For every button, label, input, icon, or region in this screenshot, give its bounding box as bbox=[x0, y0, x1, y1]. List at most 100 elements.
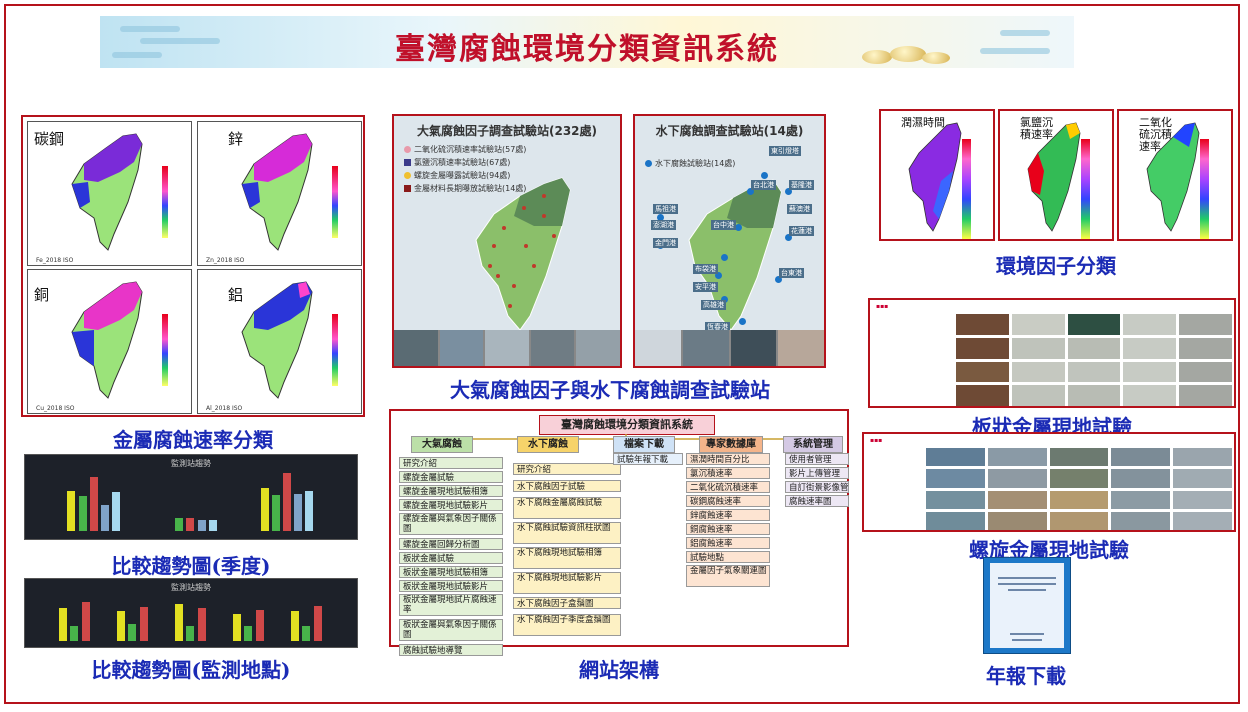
sitemap-col-admin[interactable]: 系統管理 bbox=[783, 436, 843, 453]
chart-bar bbox=[186, 517, 195, 531]
site-trend-chart[interactable]: 監測站趨勢 bbox=[24, 578, 358, 648]
metal-map-zn[interactable]: 鋅 Zn_2018 ISO bbox=[197, 121, 362, 266]
sitemap-item[interactable]: 二氧化硫沉積速率 bbox=[686, 481, 770, 493]
chart-bar bbox=[70, 626, 79, 641]
sitemap-item[interactable]: 鋁腐蝕速率 bbox=[686, 537, 770, 549]
port-label: 高雄港 bbox=[701, 300, 726, 310]
chart-bar bbox=[255, 609, 264, 641]
chart-bar bbox=[186, 626, 195, 641]
sitemap-item[interactable]: 水下腐蝕現地試驗相簿 bbox=[513, 547, 621, 569]
chart-bar bbox=[305, 490, 314, 531]
metal-maps-panel[interactable]: 碳鋼 Fe_2018 ISO 鋅 Zn_2018 ISO 銅 Cu_2018 I… bbox=[21, 115, 365, 417]
plate-test-panel[interactable]: ▪▪▪ bbox=[868, 298, 1236, 408]
sitemap-item[interactable]: 水下腐蝕因子季度盒鬚圖 bbox=[513, 614, 621, 636]
sitemap-item[interactable]: 板狀金屬與氣象因子關係圖 bbox=[399, 619, 503, 641]
chart-bar bbox=[100, 505, 109, 531]
metal-maps-caption: 金屬腐蝕速率分類 bbox=[113, 428, 273, 452]
map-footer: Cu_2018 ISO bbox=[36, 405, 75, 412]
sitemap-item[interactable]: 水下腐蝕現地試驗影片 bbox=[513, 572, 621, 594]
sitemap-item[interactable]: 螺旋金屬與氣象因子關係圖 bbox=[399, 513, 503, 535]
metal-label: 鋅 bbox=[228, 130, 244, 148]
env-map-chloride[interactable]: 氯鹽沉積速率 bbox=[998, 109, 1114, 241]
sitemap-item[interactable]: 腐蝕速率圖 bbox=[785, 495, 849, 507]
sitemap-item[interactable]: 板狀金屬現地試驗影片 bbox=[399, 580, 503, 592]
metal-label: 鋁 bbox=[228, 286, 244, 304]
port-label: 花蓮港 bbox=[789, 226, 814, 236]
taiwan-map bbox=[1027, 122, 1081, 232]
port-label: 台中港 bbox=[711, 220, 736, 230]
chart-bar bbox=[302, 626, 311, 641]
colorbar bbox=[1081, 139, 1090, 239]
chart-bar bbox=[260, 488, 269, 531]
sitemap-item[interactable]: 螺旋金屬現地試驗相簿 bbox=[399, 485, 503, 497]
sitemap-item[interactable]: 濕潤時間百分比 bbox=[686, 453, 770, 465]
port-label: 東引燈塔 bbox=[769, 146, 801, 156]
chart-bar bbox=[271, 494, 280, 531]
sitemap-col-expert[interactable]: 專家數據庫 bbox=[699, 436, 763, 453]
sitemap-panel[interactable]: 臺灣腐蝕環境分類資訊系統 大氣腐蝕 水下腐蝕 檔案下載 專家數據庫 系統管理 研… bbox=[389, 409, 849, 656]
sitemap-item[interactable]: 板狀金屬現地試片腐蝕速率 bbox=[399, 594, 503, 616]
sitemap-item[interactable]: 水下腐蝕因子試驗 bbox=[513, 480, 621, 492]
panel-tab: ▪▪▪ bbox=[870, 437, 883, 444]
env-map-tow[interactable]: 潤濕時間 bbox=[879, 109, 995, 241]
sitemap-item[interactable]: 水下腐蝕因子盒鬚圖 bbox=[513, 597, 621, 609]
sitemap-item[interactable]: 螺旋金屬試驗 bbox=[399, 471, 503, 483]
sitemap-item[interactable]: 使用者管理 bbox=[785, 453, 849, 465]
sitemap-item[interactable]: 氯沉積速率 bbox=[686, 467, 770, 479]
metal-map-fe[interactable]: 碳鋼 Fe_2018 ISO bbox=[27, 121, 192, 266]
season-trend-chart[interactable]: 監測站趨勢 bbox=[24, 454, 358, 540]
port-label: 金門港 bbox=[653, 238, 678, 248]
annual-report-cover[interactable] bbox=[983, 557, 1071, 654]
chart-bar bbox=[78, 496, 87, 531]
taiwan-map: Al_2018 ISO bbox=[206, 281, 338, 412]
title-banner: 臺灣腐蝕環境分類資訊系統 bbox=[100, 16, 1074, 68]
metal-map-al[interactable]: 鋁 Al_2018 ISO bbox=[197, 269, 362, 414]
season-trend-caption: 比較趨勢圖(季度) bbox=[111, 554, 271, 578]
map-footer: Fe_2018 ISO bbox=[36, 257, 74, 264]
chart-bar bbox=[81, 602, 90, 641]
taiwan-map: Cu_2018 ISO bbox=[36, 281, 168, 412]
sitemap-item[interactable]: 研究介紹 bbox=[513, 463, 621, 475]
sitemap-item[interactable]: 影片上傳管理 bbox=[785, 467, 849, 479]
metal-map-cu[interactable]: 銅 Cu_2018 ISO bbox=[27, 269, 192, 414]
taiwan-map bbox=[908, 122, 962, 232]
spiral-photo-grid bbox=[926, 448, 1232, 530]
sitemap-item[interactable]: 板狀金屬試驗 bbox=[399, 552, 503, 564]
sitemap-col-water[interactable]: 水下腐蝕 bbox=[517, 436, 579, 453]
atmo-station-panel[interactable]: 大氣腐蝕因子調查試驗站(232處) 二氧化硫沉積速率試驗站(57處) 氯鹽沉積速… bbox=[392, 114, 622, 368]
chart-bar bbox=[233, 614, 242, 641]
env-map-so2[interactable]: 二氧化硫沉積速率 bbox=[1117, 109, 1233, 241]
sitemap-item[interactable]: 試驗地點 bbox=[686, 551, 770, 563]
sitemap-item[interactable]: 水下腐蝕金屬腐蝕試驗 bbox=[513, 497, 621, 519]
sitemap-col-download[interactable]: 檔案下載 bbox=[613, 436, 675, 453]
env-factors-caption: 環境因子分類 bbox=[996, 254, 1116, 278]
map-footer: Zn_2018 ISO bbox=[206, 257, 245, 264]
sitemap-item[interactable]: 銅腐蝕速率 bbox=[686, 523, 770, 535]
station-photos bbox=[394, 330, 620, 366]
chart-bar bbox=[197, 608, 206, 641]
sitemap-item[interactable]: 水下腐蝕試驗資訊柱狀圖 bbox=[513, 522, 621, 544]
spiral-test-panel[interactable]: ▪▪▪ bbox=[862, 432, 1236, 532]
port-label: 台東港 bbox=[779, 268, 804, 278]
chart-bar bbox=[291, 611, 300, 641]
sitemap-item[interactable]: 鋅腐蝕速率 bbox=[686, 509, 770, 521]
sitemap-col-atmo[interactable]: 大氣腐蝕 bbox=[411, 436, 473, 453]
sitemap-item[interactable]: 螺旋金屬現地試驗影片 bbox=[399, 499, 503, 511]
sitemap-item[interactable]: 金屬因子氣象關連圖 bbox=[686, 565, 770, 587]
sitemap-item[interactable]: 自訂街景影像管理 bbox=[785, 481, 849, 493]
chart-bar bbox=[208, 520, 217, 531]
chart-bar bbox=[283, 472, 292, 531]
sitemap-item[interactable]: 碳鋼腐蝕速率 bbox=[686, 495, 770, 507]
port-label: 安平港 bbox=[693, 282, 718, 292]
colorbar bbox=[1200, 139, 1209, 239]
sitemap-caption: 網站架構 bbox=[579, 658, 659, 682]
report-caption: 年報下載 bbox=[986, 664, 1066, 688]
sitemap-item[interactable]: 試驗年報下載 bbox=[613, 453, 683, 465]
sitemap-item[interactable]: 螺旋金屬回歸分析圖 bbox=[399, 538, 503, 550]
water-station-panel[interactable]: 水下腐蝕調查試驗站(14處) 水下腐蝕試驗站(14處) 東引燈塔 台北港 基隆港… bbox=[633, 114, 826, 368]
chart-bar bbox=[313, 606, 322, 641]
sitemap-item[interactable]: 研究介紹 bbox=[399, 457, 503, 469]
sitemap-item[interactable]: 板狀金屬現地試驗相簿 bbox=[399, 566, 503, 578]
chart-bar bbox=[175, 603, 184, 641]
stations-caption: 大氣腐蝕因子與水下腐蝕調查試驗站 bbox=[450, 378, 770, 402]
